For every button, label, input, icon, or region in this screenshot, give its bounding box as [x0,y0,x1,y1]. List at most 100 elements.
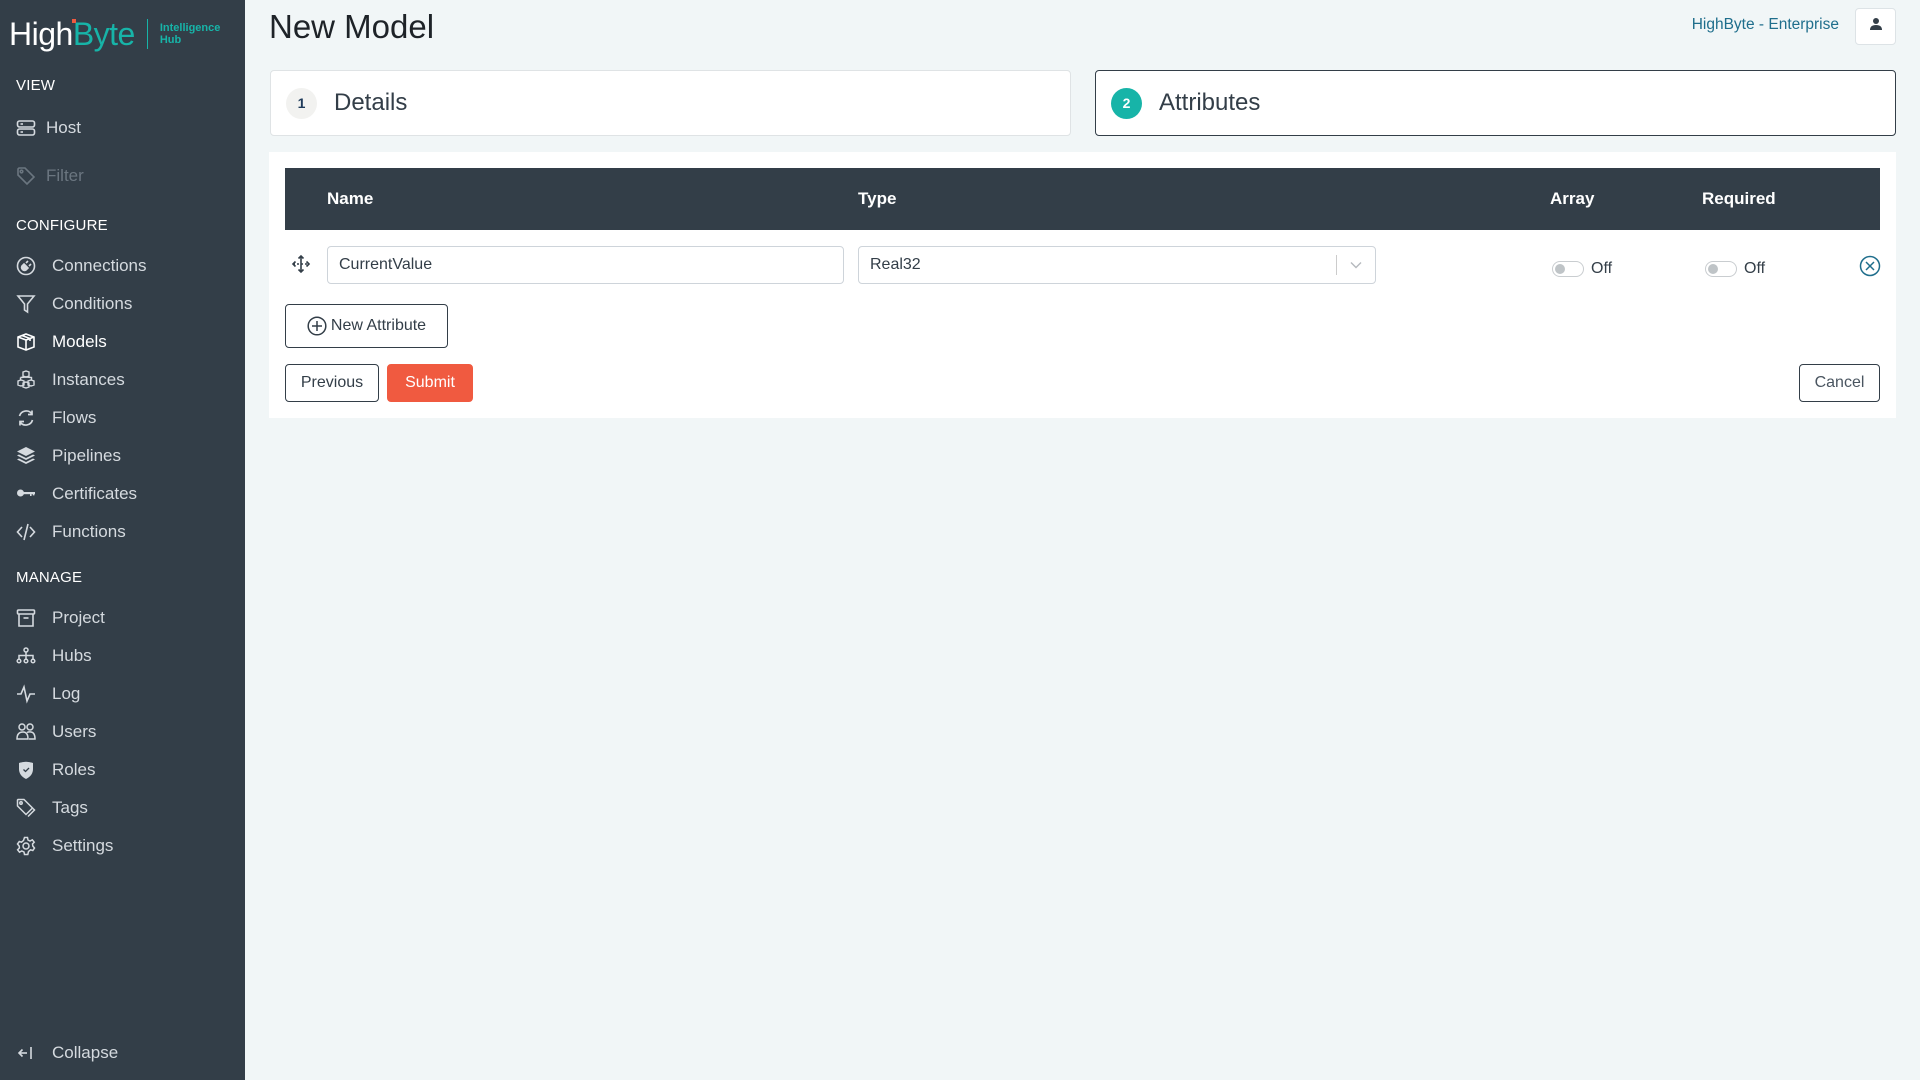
logo-high-word: High [9,15,73,52]
sidebar-item-label: Flows [52,408,97,427]
sidebar-item-roles[interactable]: Roles [16,755,236,785]
toggle-track [1552,261,1584,277]
collapse-left-icon [16,1043,36,1063]
sidebar-item-label: Models [52,332,107,351]
step-number: 2 [1111,87,1142,119]
toggle-knob [1708,264,1718,274]
user-icon [1869,17,1883,36]
step-details[interactable]: 1 Details [270,70,1071,136]
sidebar-item-label: Connections [52,256,147,275]
sidebar-item-conditions[interactable]: Conditions [16,289,236,319]
column-header-type: Type [858,189,897,208]
sidebar-item-certificates[interactable]: Certificates [16,479,236,509]
logo-high-text: High [9,15,76,53]
array-toggle-label: Off [1591,260,1613,277]
sidebar-item-label: Log [52,684,81,703]
sidebar-item-label: Filter [46,166,84,185]
sidebar-item-label: Users [52,722,97,741]
remove-attribute-icon[interactable] [1859,255,1881,277]
sidebar-item-label: Tags [52,798,88,817]
previous-button[interactable]: Previous [285,364,379,402]
sidebar-item-project[interactable]: Project [16,603,236,633]
logo-dot [72,18,76,23]
new-attribute-label: New Attribute [330,317,427,334]
sidebar-item-label: Certificates [52,484,138,503]
highbyte-logo[interactable]: High Byte Intelligence Hub [9,16,220,52]
user-menu-button[interactable] [1855,8,1896,45]
logo-divider [146,19,148,49]
chevron-down-icon [1337,261,1375,269]
shield-icon [16,760,36,780]
server-icon [16,118,36,138]
toggle-knob [1555,264,1565,274]
step-number: 1 [286,87,317,119]
sidebar-item-label: Settings [52,836,114,855]
attribute-type-value: Real32 [870,256,921,273]
sidebar-item-filter[interactable]: Filter [16,161,236,191]
attributes-card: Name Type Array Required Real32 Off Off [269,152,1896,418]
sidebar-item-tags[interactable]: Tags [16,793,236,823]
funnel-icon [16,294,36,314]
attribute-type-select[interactable]: Real32 [858,246,1376,284]
attributes-table-header: Name Type Array Required [285,168,1880,230]
tag-icon [16,166,36,186]
gear-icon [16,836,36,856]
sidebar-item-host[interactable]: Host [16,113,236,143]
hierarchy-icon [16,646,36,666]
tags-icon [16,798,36,818]
sidebar-item-label: Host [46,118,81,137]
step-label: Details [334,89,408,116]
sidebar-item-connections[interactable]: Connections [16,251,236,281]
plug-icon [16,256,36,276]
layers-icon [16,446,36,466]
sidebar-item-models[interactable]: Models [16,327,236,357]
refresh-icon [16,408,36,428]
attribute-name-input[interactable] [327,246,844,284]
sidebar-item-label: Instances [52,370,125,389]
logo-byte-text: Byte [72,15,136,52]
sidebar-item-functions[interactable]: Functions [16,517,236,547]
logo-subtitle-line2: Hub [159,34,182,46]
section-label-view: VIEW [16,77,56,94]
users-icon [16,722,36,742]
page-title: New Model [269,8,435,45]
sidebar-item-label: Functions [52,522,126,541]
sidebar-item-log[interactable]: Log [16,679,236,709]
step-label: Attributes [1159,89,1261,116]
sidebar-item-label: Roles [52,760,96,779]
sidebar-item-label: Pipelines [52,446,121,465]
sidebar-item-label: Project [52,608,105,627]
sidebar-item-settings[interactable]: Settings [16,831,236,861]
cubes-icon [16,370,36,390]
code-icon [16,522,36,542]
cancel-button[interactable]: Cancel [1799,364,1880,402]
organization-label[interactable]: HighByte - Enterprise [1692,16,1839,34]
array-toggle[interactable]: Off [1552,260,1612,278]
plus-circle-icon [307,316,327,336]
toggle-track [1705,261,1737,277]
submit-button[interactable]: Submit [387,364,473,402]
sidebar-item-pipelines[interactable]: Pipelines [16,441,236,471]
archive-icon [16,608,36,628]
drag-handle-icon[interactable] [289,252,313,276]
cube-icon [16,332,36,352]
new-attribute-button[interactable]: New Attribute [285,304,448,348]
column-header-array: Array [1550,189,1595,208]
section-label-configure: CONFIGURE [16,217,108,234]
sidebar-item-label: Conditions [52,294,133,313]
required-toggle[interactable]: Off [1705,260,1765,278]
sidebar-item-label: Collapse [52,1043,119,1062]
activity-icon [16,684,36,704]
logo-subtitle-line1: Intelligence [159,22,221,34]
column-header-name: Name [327,189,374,208]
key-icon [16,484,36,504]
sidebar-item-hubs[interactable]: Hubs [16,641,236,671]
sidebar: High Byte Intelligence Hub VIEW Host Fil… [0,0,245,1080]
sidebar-item-users[interactable]: Users [16,717,236,747]
column-header-required: Required [1702,189,1776,208]
sidebar-item-label: Hubs [52,646,92,665]
sidebar-collapse-button[interactable]: Collapse [16,1038,236,1068]
step-attributes[interactable]: 2 Attributes [1095,70,1896,136]
sidebar-item-instances[interactable]: Instances [16,365,236,395]
sidebar-item-flows[interactable]: Flows [16,403,236,433]
